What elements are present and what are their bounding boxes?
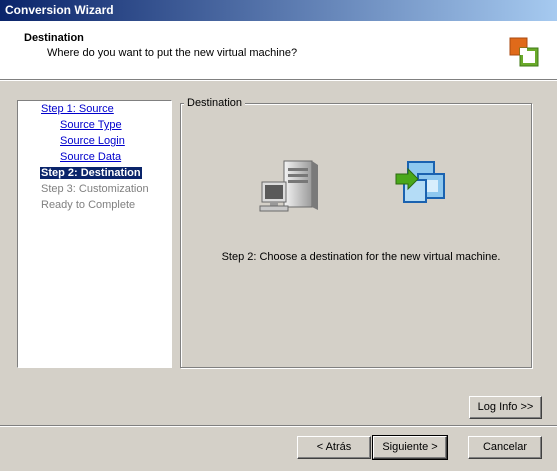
virtual-machine-icon xyxy=(395,161,445,203)
step-ready-label: Ready to Complete xyxy=(41,199,136,211)
window-title-bar[interactable]: Conversion Wizard xyxy=(0,0,557,21)
page-subtitle: Where do you want to put the new virtual… xyxy=(47,47,298,59)
step-destination-current: Step 2: Destination xyxy=(40,167,142,179)
step-source-link[interactable]: Step 1: Source xyxy=(41,103,114,115)
step-source-type-label[interactable]: Source Type xyxy=(60,119,122,131)
step-ready-to-complete: Ready to Complete xyxy=(41,199,135,211)
footer-separator xyxy=(0,425,557,427)
physical-computer-icon xyxy=(259,160,318,212)
step-source-login-label[interactable]: Source Login xyxy=(60,135,125,147)
wizard-header: Destination Where do you want to put the… xyxy=(0,21,557,80)
log-info-button[interactable]: Log Info >> xyxy=(469,396,542,419)
destination-group-label: Destination xyxy=(184,97,246,109)
step-destination-label: Step 2: Destination xyxy=(40,167,142,179)
step-source-label[interactable]: Step 1: Source xyxy=(41,103,114,115)
step-source-data-link[interactable]: Source Data xyxy=(60,151,121,163)
step-source-login-link[interactable]: Source Login xyxy=(60,135,125,147)
cancel-button[interactable]: Cancelar xyxy=(468,436,542,459)
wizard-steps-panel: Step 1: Source Source Type Source Login … xyxy=(17,100,172,368)
destination-groupbox xyxy=(180,103,532,368)
vmware-logo-icon xyxy=(509,37,539,67)
back-button[interactable]: < Atrás xyxy=(297,436,371,459)
step-source-data-label[interactable]: Source Data xyxy=(60,151,121,163)
next-button[interactable]: Siguiente > xyxy=(372,435,448,460)
page-title: Destination xyxy=(24,32,84,44)
destination-instruction: Step 2: Choose a destination for the new… xyxy=(221,251,501,263)
step-customization: Step 3: Customization xyxy=(41,183,149,195)
step-customization-label: Step 3: Customization xyxy=(41,183,149,195)
header-separator xyxy=(0,80,557,81)
step-source-type-link[interactable]: Source Type xyxy=(60,119,122,131)
window-title: Conversion Wizard xyxy=(5,3,114,17)
